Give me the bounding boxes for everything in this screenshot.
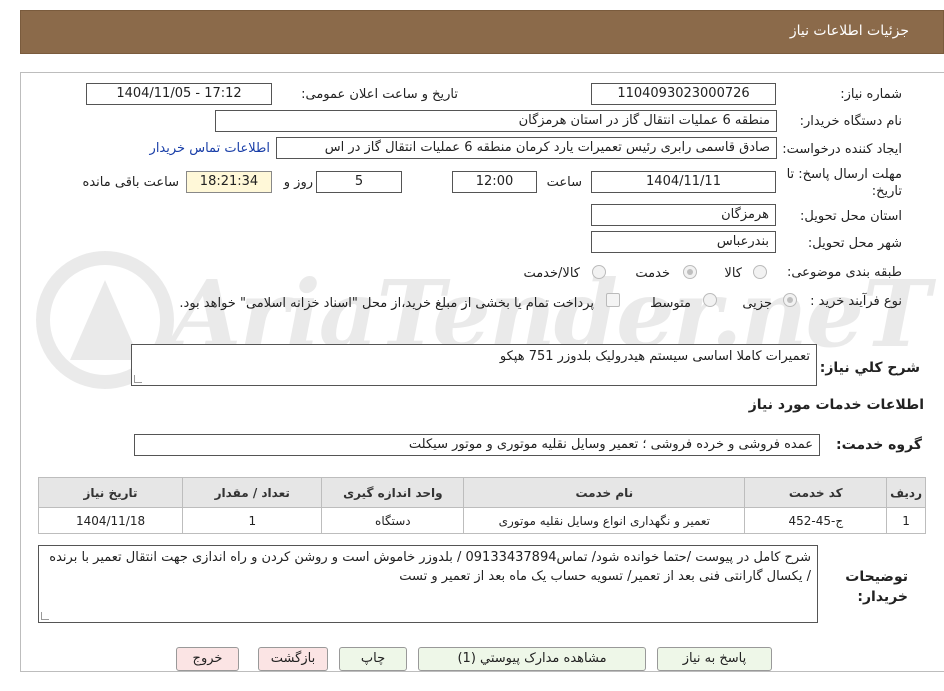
page-header: جزئیات اطلاعات نیاز (20, 10, 944, 54)
days-label: روز و (283, 175, 313, 190)
category-goods-service-label: کالا/خدمت (523, 266, 580, 281)
need-number-label: شماره نیاز: (840, 87, 902, 102)
table-row: 1 ج-45-452 تعمیر و نگهداری انواع وسایل ن… (37, 507, 926, 534)
announce-label: تاریخ و ساعت اعلان عمومی: (301, 87, 458, 102)
service-group-field: عمده فروشی و خرده فروشی ؛ تعمیر وسایل نق… (134, 434, 820, 456)
deadline-label: مهلت ارسال پاسخ: تا تاریخ: (786, 167, 902, 199)
announce-field: 1404/11/05 - 17:12 (86, 83, 272, 105)
reply-to-need-button[interactable]: پاسخ به نیاز (657, 647, 772, 671)
category-goods-service-radio[interactable] (592, 265, 606, 279)
cell-service-name: تعمیر و نگهداری انواع وسایل نقلیه موتوری (463, 507, 746, 534)
print-button[interactable]: چاپ (339, 647, 407, 671)
services-table: ردیف کد خدمت نام خدمت واحد اندازه گیری ت… (37, 477, 926, 534)
requester-field: صادق قاسمی رابری رئیس تعمیرات یارد کرمان… (276, 137, 777, 159)
page-title: جزئیات اطلاعات نیاز (789, 23, 909, 39)
deadline-time-field: 12:00 (452, 171, 537, 193)
cell-service-code: ج-45-452 (744, 507, 888, 534)
remaining-label: ساعت باقی مانده (82, 175, 179, 190)
treasury-payment-checkbox[interactable] (606, 293, 620, 307)
city-field: بندرعباس (591, 231, 776, 253)
column-header-quantity: تعداد / مقدار (182, 477, 323, 508)
requester-label: ایجاد کننده درخواست: (782, 142, 902, 157)
remaining-time-field: 18:21:34 (186, 171, 272, 193)
services-section-title: اطلاعات خدمات مورد نیاز (748, 397, 924, 413)
category-label: طبقه بندی موضوعی: (786, 265, 902, 280)
column-header-service-name: نام خدمت (463, 477, 746, 508)
column-header-row-number: ردیف (886, 477, 926, 508)
back-button[interactable]: بازگشت (258, 647, 328, 671)
cell-quantity: 1 (182, 507, 323, 534)
resize-grip-icon (134, 375, 142, 383)
province-field: هرمزگان (591, 204, 776, 226)
buyer-contact-link[interactable]: اطلاعات تماس خریدار (150, 141, 270, 156)
cell-row-number: 1 (886, 507, 926, 534)
need-number-field: 1104093023000726 (591, 83, 776, 105)
summary-label: شرح کلي نياز: (819, 360, 920, 376)
category-goods-radio[interactable] (753, 265, 767, 279)
view-attachments-button[interactable]: مشاهده مدارک پیوستي (1) (418, 647, 646, 671)
process-minor-label: جزیی (742, 296, 772, 311)
buyer-notes-textarea: شرح کامل در پیوست /حتما خوانده شود/ تماس… (38, 545, 818, 623)
category-service-label: خدمت (635, 266, 670, 281)
resize-grip-icon (41, 612, 49, 620)
buyer-org-label: نام دستگاه خریدار: (799, 114, 902, 129)
process-medium-label: متوسط (650, 296, 691, 311)
table-header-row: ردیف کد خدمت نام خدمت واحد اندازه گیری ت… (37, 477, 926, 508)
category-service-radio[interactable] (683, 265, 697, 279)
service-group-label: گروه خدمت: (836, 437, 922, 453)
process-label: نوع فرآیند خرید : (810, 294, 902, 309)
deadline-date-field: 1404/11/11 (591, 171, 776, 193)
column-header-need-date: تاریخ نیاز (37, 477, 184, 508)
cell-need-date: 1404/11/18 (37, 507, 184, 534)
category-goods-label: کالا (724, 266, 742, 281)
cell-unit: دستگاه (321, 507, 465, 534)
summary-textarea: تعمیرات کاملا اساسی سیستم هیدرولیک بلدوز… (131, 344, 817, 386)
treasury-payment-note: پرداخت تمام یا بخشی از مبلغ خرید،از محل … (179, 296, 594, 311)
city-label: شهر محل تحویل: (807, 236, 902, 251)
process-minor-radio[interactable] (783, 293, 797, 307)
buyer-org-field: منطقه 6 عملیات انتقال گاز در استان هرمزگ… (215, 110, 777, 132)
exit-button[interactable]: خروج (176, 647, 239, 671)
buyer-notes-label: توضیحات خریدار: (845, 569, 908, 605)
process-medium-radio[interactable] (703, 293, 717, 307)
days-field: 5 (316, 171, 402, 193)
summary-text: تعمیرات کاملا اساسی سیستم هیدرولیک بلدوز… (499, 349, 810, 364)
buyer-notes-text: شرح کامل در پیوست /حتما خوانده شود/ تماس… (49, 550, 811, 584)
column-header-unit: واحد اندازه گیری (321, 477, 465, 508)
province-label: استان محل تحویل: (800, 209, 902, 224)
column-header-service-code: کد خدمت (744, 477, 888, 508)
deadline-hour-label: ساعت (546, 175, 582, 190)
